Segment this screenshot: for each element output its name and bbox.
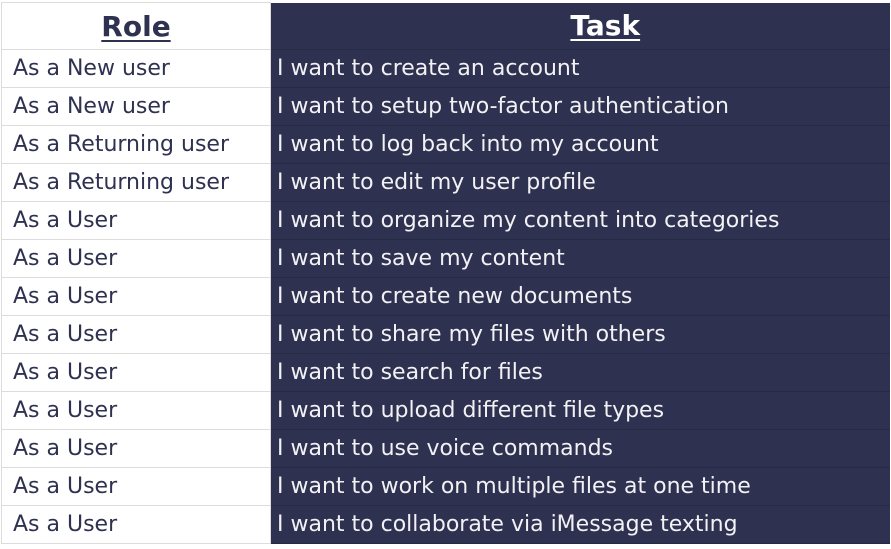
task-cell: I want to setup two-factor authenticatio…: [270, 87, 890, 126]
role-cell: As a User: [1, 277, 271, 316]
task-cell: I want to log back into my account: [270, 125, 890, 164]
role-cell: As a User: [1, 353, 271, 392]
task-cell: I want to save my content: [270, 239, 890, 278]
table-row: As a Returning user I want to edit my use…: [1, 163, 890, 202]
task-cell: I want to create new documents: [270, 277, 890, 316]
table-body: As a New user I want to create an account…: [1, 49, 890, 544]
role-cell: As a User: [1, 505, 271, 544]
role-cell: As a User: [1, 315, 271, 354]
table-row: As a User I want to upload different file…: [1, 391, 890, 430]
table-row: As a User I want to share my files with o…: [1, 315, 890, 354]
table-row: As a User I want to create new documents: [1, 277, 890, 316]
role-cell: As a User: [1, 201, 271, 240]
role-cell: As a Returning user: [1, 163, 271, 202]
table-row: As a Returning user I want to log back in…: [1, 125, 890, 164]
table-row: As a User I want to search for files: [1, 353, 890, 392]
role-cell: As a User: [1, 391, 271, 430]
header-row: Role Task: [1, 2, 890, 50]
task-cell: I want to edit my user profile: [270, 163, 890, 202]
role-cell: As a New user: [1, 87, 271, 126]
role-cell: As a User: [1, 467, 271, 506]
task-cell: I want to create an account: [270, 49, 890, 88]
table-row: As a User I want to use voice commands: [1, 429, 890, 468]
task-cell: I want to upload different file types: [270, 391, 890, 430]
role-cell: As a User: [1, 429, 271, 468]
role-cell: As a New user: [1, 49, 271, 88]
task-cell: I want to use voice commands: [270, 429, 890, 468]
table-row: As a User I want to collaborate via iMess…: [1, 505, 890, 544]
task-cell: I want to collaborate via iMessage texti…: [270, 505, 890, 544]
user-stories-table: Role Task As a New user I want to create …: [1, 2, 890, 544]
task-cell: I want to share my files with others: [270, 315, 890, 354]
table-row: As a User I want to save my content: [1, 239, 890, 278]
task-cell: I want to work on multiple files at one …: [270, 467, 890, 506]
task-cell: I want to search for files: [270, 353, 890, 392]
table-row: As a New user I want to setup two-factor …: [1, 87, 890, 126]
role-cell: As a Returning user: [1, 125, 271, 164]
role-cell: As a User: [1, 239, 271, 278]
table-row: As a User I want to work on multiple file…: [1, 467, 890, 506]
task-cell: I want to organize my content into categ…: [270, 201, 890, 240]
table-row: As a New user I want to create an account: [1, 49, 890, 88]
task-column-header: Task: [270, 2, 890, 50]
role-column-header: Role: [1, 2, 271, 50]
table-row: As a User I want to organize my content i…: [1, 201, 890, 240]
